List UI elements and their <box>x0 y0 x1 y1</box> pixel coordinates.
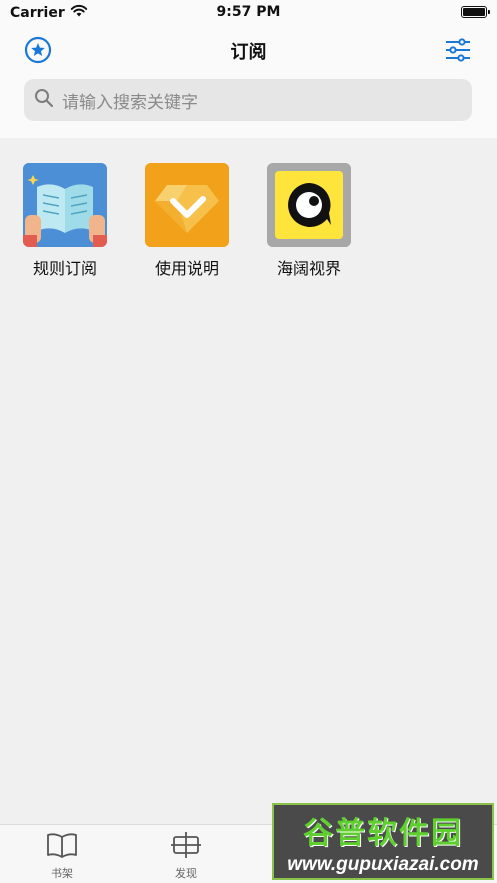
status-bar: Carrier 9:57 PM <box>0 0 497 26</box>
watermark-title: 谷普软件园 <box>303 815 463 851</box>
subscription-label: 使用说明 <box>154 259 219 278</box>
subscription-item-haikuo[interactable]: 海阔视界 <box>259 163 359 279</box>
page-title: 订阅 <box>230 42 267 63</box>
eye-bubble-icon <box>267 163 351 247</box>
battery-icon <box>461 6 490 18</box>
sliders-icon <box>444 38 472 66</box>
open-book-icon <box>23 163 107 247</box>
watermark-url: www.gupuxiazai.com <box>287 853 479 875</box>
search-icon <box>34 88 54 112</box>
book-icon <box>45 831 79 863</box>
subscription-label: 规则订阅 <box>32 259 97 278</box>
tab-discover[interactable]: 发现 <box>151 831 221 881</box>
tab-bookshelf[interactable]: 书架 <box>27 831 97 881</box>
tab-label: 发现 <box>175 867 197 880</box>
filter-settings-button[interactable] <box>443 38 473 66</box>
watermark: 谷普软件园 www.gupuxiazai.com <box>272 803 494 880</box>
subscription-item-guide[interactable]: 使用说明 <box>137 163 237 279</box>
diamond-check-icon <box>145 163 229 247</box>
nav-bar: 订阅 请输入搜索关键字 <box>0 26 497 138</box>
tab-label: 书架 <box>51 867 73 880</box>
search-placeholder: 请输入搜索关键字 <box>62 92 198 113</box>
subscription-item-rules[interactable]: 规则订阅 <box>15 163 115 279</box>
status-time: 9:57 PM <box>216 4 281 20</box>
crosshair-icon <box>169 831 203 863</box>
subscription-label: 海阔视界 <box>276 259 341 278</box>
search-input[interactable]: 请输入搜索关键字 <box>24 79 472 121</box>
